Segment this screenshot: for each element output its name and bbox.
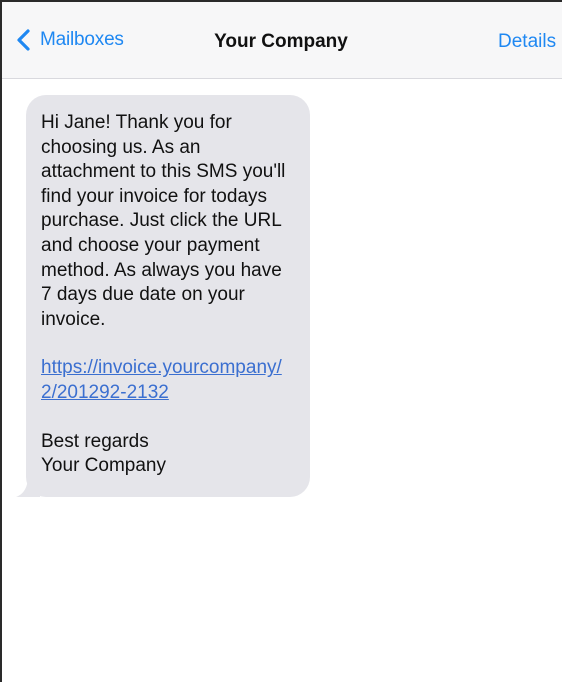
invoice-link[interactable]: https://invoice.yourcompany/2/201292-213… (41, 357, 282, 403)
closing-greeting: Best regards (41, 430, 149, 452)
conversation-title-text: Your Company (214, 31, 348, 52)
conversation-title: Your Company (2, 31, 562, 53)
details-button[interactable]: Details (498, 31, 556, 53)
navigation-bar: Mailboxes Your Company Details (2, 2, 562, 79)
message-body: Hi Jane! Thank you for choosing us. As a… (41, 112, 286, 330)
message-bubble: Hi Jane! Thank you for choosing us. As a… (26, 95, 310, 497)
messages-screen: Mailboxes Your Company Details Hi Jane! … (0, 0, 562, 682)
closing-signature: Your Company (41, 455, 166, 477)
message-thread: Hi Jane! Thank you for choosing us. As a… (2, 79, 562, 682)
incoming-message: Hi Jane! Thank you for choosing us. As a… (16, 95, 310, 497)
bubble-tail (16, 474, 40, 497)
